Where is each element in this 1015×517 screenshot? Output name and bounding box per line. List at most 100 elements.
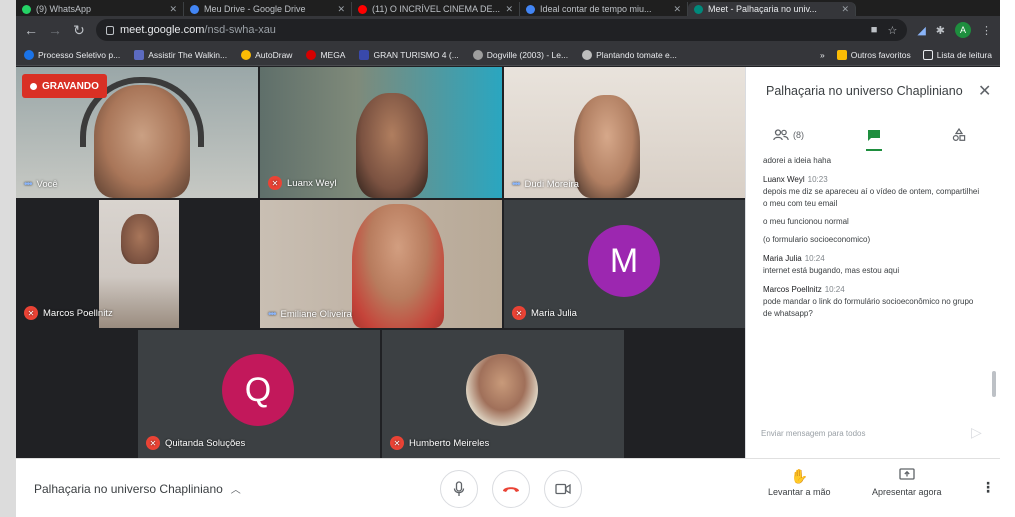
participant-tile[interactable]: GRAVANDO ••• Você [16, 67, 258, 198]
message-text: o meu funcionou normal [763, 217, 849, 226]
participant-avatar: M [588, 225, 660, 297]
participant-tile[interactable]: ••• Dudi Moreira [504, 67, 745, 198]
participant-tile[interactable]: ✕ Marcos Poellnitz [16, 200, 258, 328]
browser-window: (9) WhatsApp ✕ Meu Drive - Google Drive … [16, 0, 1000, 517]
close-tab-icon[interactable]: ✕ [505, 4, 513, 15]
reading-list-icon [922, 49, 933, 60]
camera-toggle-button[interactable] [544, 470, 582, 508]
close-tab-icon[interactable]: ✕ [673, 4, 681, 15]
chat-input[interactable] [761, 428, 961, 438]
meet-area: GRAVANDO ••• Você ✕ Luanx Weyl ••• Dudi Mor… [16, 67, 1000, 517]
participant-name-tag: ••• Dudi Moreira [512, 179, 579, 190]
chat-message: Marcos Poellnitz 10:24 pode mandar o link… [763, 285, 981, 320]
panel-tabs: (8) [746, 119, 1000, 151]
participant-video [574, 95, 640, 198]
forward-arrow-icon[interactable]: → [48, 23, 62, 37]
tab-label: Meet - Palhaçaria no univ... [708, 4, 817, 14]
profile-avatar[interactable]: A [955, 22, 971, 38]
back-arrow-icon[interactable]: ← [24, 23, 38, 37]
bookmark-star-icon[interactable]: ☆ [887, 24, 897, 37]
bookmark-item[interactable]: AutoDraw [241, 49, 292, 60]
participant-tile[interactable]: ••• Emiliane Oliveira [260, 200, 502, 328]
browser-tab[interactable]: (9) WhatsApp ✕ [16, 2, 184, 16]
bookmark-favicon [306, 49, 317, 60]
present-screen-icon [899, 468, 915, 484]
close-icon[interactable]: ✕ [978, 81, 991, 101]
omnibox-actions: ■ ☆ [871, 24, 898, 37]
participant-video [356, 93, 428, 198]
more-bookmarks-button[interactable]: » [820, 50, 825, 60]
present-now-button[interactable]: Apresentar agora [872, 468, 942, 497]
google-icon [526, 4, 535, 14]
video-grid: GRAVANDO ••• Você ✕ Luanx Weyl ••• Dudi Mor… [16, 67, 745, 458]
raise-hand-button[interactable]: ✋ Levantar a mão [768, 468, 831, 497]
tab-activities[interactable] [916, 119, 1000, 151]
reload-icon[interactable]: ↻ [72, 23, 86, 37]
chat-input-wrapper [761, 421, 979, 445]
participant-avatar: Q [222, 354, 294, 426]
message-text: depois me diz se apareceu aí o vídeo de … [763, 187, 980, 208]
page-background-left [0, 0, 16, 517]
browser-tab[interactable]: Meu Drive - Google Drive ✕ [184, 2, 352, 16]
raise-hand-label: Levantar a mão [768, 487, 831, 497]
bookmark-label: MEGA [320, 49, 346, 60]
chat-scrollbar[interactable] [992, 371, 996, 397]
bookmark-item[interactable]: Assistir The Walkin... [134, 49, 227, 60]
bookmark-item[interactable]: Plantando tomate e... [582, 49, 677, 60]
tab-chat[interactable] [831, 119, 916, 151]
bookmark-item[interactable]: GRAN TURISMO 4 (... [359, 49, 459, 60]
speaking-indicator-icon: ••• [268, 309, 276, 320]
tab-label: (11) O INCRÍVEL CINEMA DE... [372, 4, 501, 14]
leave-call-button[interactable] [492, 470, 530, 508]
meeting-title: Palhaçaria no universo Chapliniano [34, 481, 223, 496]
tab-label: Meu Drive - Google Drive [204, 4, 306, 14]
puzzle-icon[interactable]: ✱ [936, 24, 945, 37]
other-favorites-folder[interactable]: Outros favoritos [836, 49, 911, 60]
reading-list-button[interactable]: Lista de leitura [922, 49, 992, 60]
other-favorites-label: Outros favoritos [850, 49, 911, 60]
recording-label: GRAVANDO [42, 80, 99, 92]
message-sender: Marcos Poellnitz [763, 285, 822, 294]
meeting-details-button[interactable]: Palhaçaria no universo Chapliniano ︿ [34, 481, 241, 497]
send-icon[interactable]: ▷ [971, 424, 982, 441]
hang-up-icon [503, 487, 519, 492]
people-icon [773, 129, 789, 141]
bookmark-item[interactable]: Processo Seletivo p... [24, 49, 120, 60]
message-sender: Maria Julia [763, 254, 802, 263]
page-background-right [1000, 0, 1015, 517]
participant-tile[interactable]: ✕ Humberto Meireles [382, 330, 624, 458]
people-count: (8) [793, 130, 804, 140]
participant-tile[interactable]: ✕ Luanx Weyl [260, 67, 502, 198]
tab-label: Ideal contar de tempo miu... [540, 4, 652, 14]
panel-title: Palhaçaria no universo Chapliniano [766, 84, 963, 98]
lock-icon [106, 25, 114, 35]
speaking-indicator-icon: ••• [512, 179, 520, 190]
message-header: Luanx Weyl 10:23 [763, 175, 981, 184]
bookmark-item[interactable]: MEGA [306, 49, 346, 60]
camera-icon[interactable]: ■ [871, 24, 878, 36]
tab-people[interactable]: (8) [746, 119, 831, 151]
participant-face [121, 214, 159, 264]
close-tab-icon[interactable]: ✕ [841, 4, 849, 15]
browser-tab[interactable]: Ideal contar de tempo miu... ✕ [520, 2, 688, 16]
more-options-icon[interactable]: ⋮ [981, 479, 995, 496]
participant-name: Você [36, 179, 58, 190]
url-path: /nsd-swha-xau [204, 24, 276, 36]
bookmark-label: Dogville (2003) - Le... [486, 49, 569, 60]
chat-message: Maria Julia 10:24 internet está bugando, … [763, 254, 981, 277]
participant-tile[interactable]: M ✕ Maria Julia [504, 200, 745, 328]
folder-icon [836, 49, 847, 60]
close-tab-icon[interactable]: ✕ [169, 4, 177, 15]
mic-toggle-button[interactable] [440, 470, 478, 508]
menu-dots-icon[interactable]: ⋮ [981, 24, 992, 37]
close-tab-icon[interactable]: ✕ [337, 4, 345, 15]
participant-tile[interactable]: Q ✕ Quitanda Soluções [138, 330, 380, 458]
browser-tab[interactable]: (11) O INCRÍVEL CINEMA DE... ✕ [352, 2, 520, 16]
bookmark-item[interactable]: Dogville (2003) - Le... [472, 49, 569, 60]
message-text: internet está bugando, mas estou aqui [763, 266, 900, 275]
chat-icon [867, 129, 880, 141]
url-input[interactable]: meet.google.com/nsd-swha-xau ■ ☆ [96, 19, 908, 41]
bookmark-favicon [24, 49, 34, 60]
extension-icon[interactable]: ◢ [917, 24, 925, 37]
browser-tab-active[interactable]: Meet - Palhaçaria no univ... ✕ [688, 2, 856, 16]
